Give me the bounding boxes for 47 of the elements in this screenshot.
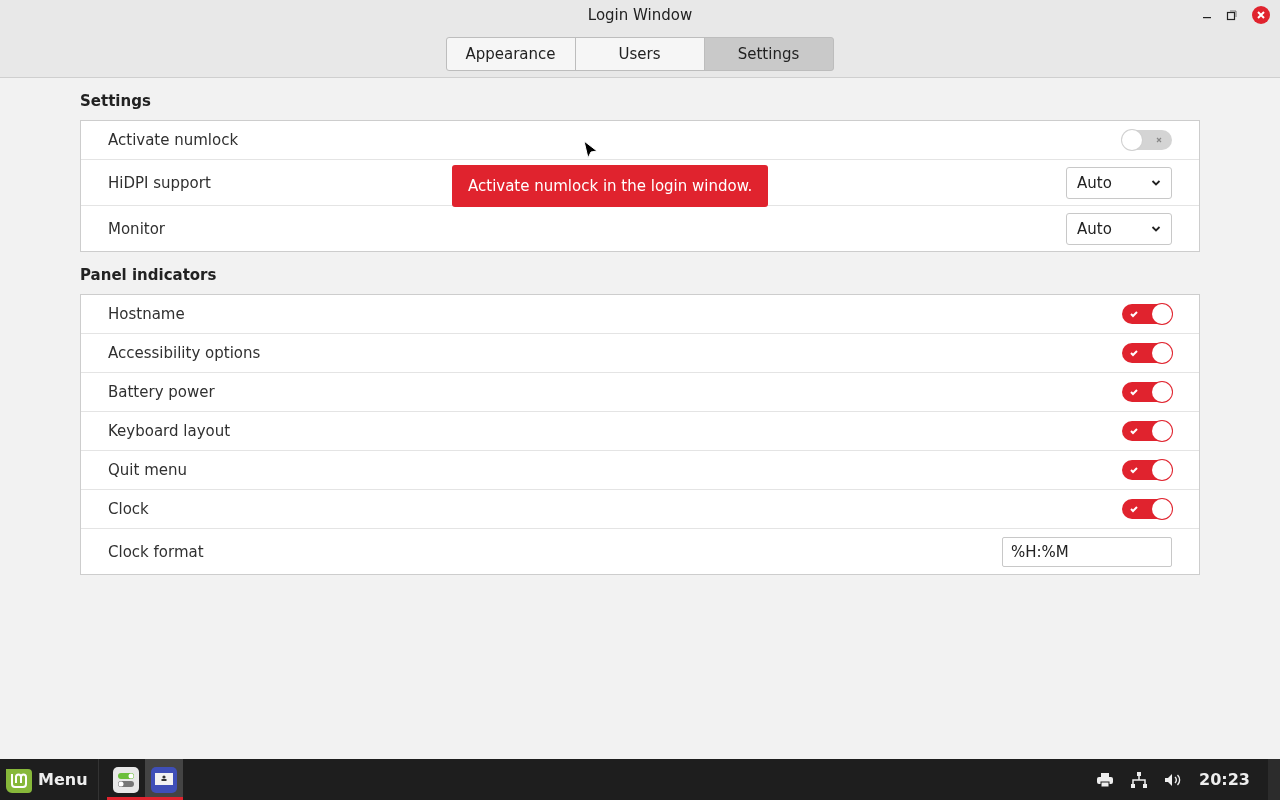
check-icon [1129,309,1139,319]
row-label: Clock format [108,542,204,561]
toggle-switch[interactable] [1122,382,1172,402]
row-label: HiDPI support [108,173,211,192]
input-field[interactable]: %H:%M [1002,536,1172,567]
tab[interactable]: Users [574,37,705,71]
toggles-icon [111,765,140,794]
row-label: Hostname [108,305,185,323]
maximize-icon[interactable] [1226,9,1238,21]
mouse-pointer-icon [583,140,599,160]
toggle-switch[interactable] [1122,460,1172,480]
login-screen-icon [149,765,178,794]
check-icon [1129,426,1139,436]
clock[interactable]: 20:23 [1199,770,1250,789]
check-icon [1129,387,1139,397]
chevron-down-icon [1151,224,1161,233]
row-label: Quit menu [108,461,187,479]
row-label: Activate numlock [108,131,239,149]
chevron-down-icon [1151,178,1161,187]
tab[interactable]: Settings [703,37,834,71]
row-label: Accessibility options [108,344,261,362]
window-title: Login Window [587,6,693,26]
taskbar-app[interactable] [144,759,183,800]
cross-icon [1155,136,1163,144]
toggle-switch[interactable] [1122,130,1172,150]
dropdown[interactable]: Auto [1066,166,1172,199]
tab[interactable]: Appearance [445,37,576,71]
row-label: Monitor [108,219,166,238]
tooltip: Activate numlock in the login window. [452,165,769,207]
section-heading: Settings [80,92,152,110]
check-icon [1129,504,1139,514]
section-heading: Panel indicators [80,266,218,284]
close-icon[interactable] [1252,6,1270,24]
toggle-switch[interactable] [1122,304,1172,324]
network-icon[interactable] [1131,771,1148,788]
menu-button[interactable]: Menu [0,759,98,800]
check-icon [1129,465,1139,475]
row-label: Clock [108,500,149,518]
check-icon [1129,348,1139,358]
volume-icon[interactable] [1165,772,1182,787]
toggle-switch[interactable] [1122,499,1172,519]
row-label: Battery power [108,383,215,401]
toggle-switch[interactable] [1122,421,1172,441]
toggle-switch[interactable] [1122,343,1172,363]
dropdown[interactable]: Auto [1066,212,1172,245]
printer-icon[interactable] [1097,772,1114,787]
row-label: Keyboard layout [108,422,231,440]
